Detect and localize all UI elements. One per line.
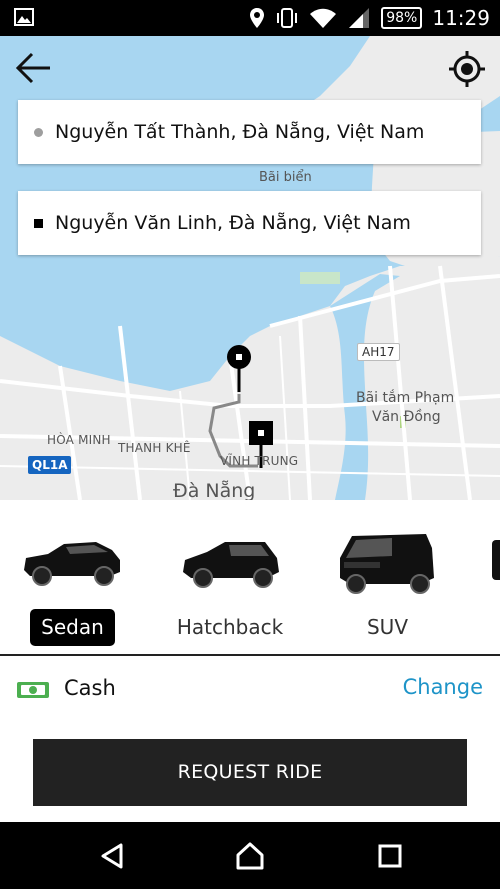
home-icon[interactable] xyxy=(235,841,265,871)
cash-icon xyxy=(17,682,49,698)
sedan-car-icon xyxy=(24,542,120,586)
payment-method-label: Cash xyxy=(64,676,116,700)
status-bar: 98% 11:29 xyxy=(0,0,500,36)
pickup-address-field[interactable]: Nguyễn Tất Thành, Đà Nẵng, Việt Nam xyxy=(18,100,481,164)
recents-icon[interactable] xyxy=(375,841,405,871)
system-nav-bar xyxy=(0,822,500,889)
map-label-thanh-khe: THANH KHÊ xyxy=(118,441,191,455)
wifi-icon xyxy=(310,8,337,28)
back-arrow-icon[interactable] xyxy=(14,50,54,86)
map-label-vinh-trung: VĨNH TRUNG xyxy=(220,454,299,468)
map-label-da-nang: Đà Nẵng xyxy=(173,480,256,500)
signal-icon xyxy=(349,8,370,28)
vehicle-option-hatchback[interactable]: Hatchback xyxy=(155,500,315,655)
image-icon xyxy=(14,8,34,26)
vehicle-label-hatchback: Hatchback xyxy=(176,615,284,639)
pickup-dot-icon xyxy=(34,128,43,137)
vehicle-label-sedan: Sedan xyxy=(30,609,115,646)
request-ride-button[interactable]: REQUEST RIDE xyxy=(33,739,467,806)
change-payment-link[interactable]: Change xyxy=(403,675,483,699)
clock: 11:29 xyxy=(432,6,490,30)
location-icon xyxy=(250,8,265,28)
map-label-ah17: AH17 xyxy=(357,343,400,361)
map-label-bai-tam-line1: Bãi tắm Phạm xyxy=(356,390,455,406)
map-label-bai-bien: Bãi biển xyxy=(259,170,312,185)
battery-icon: 98% xyxy=(381,7,423,29)
map-label-bai-tam-line2: Văn Đồng xyxy=(372,409,441,425)
vehicle-selector[interactable]: Sedan Hatchback SUV xyxy=(0,500,500,655)
vehicle-label-suv: SUV xyxy=(366,615,408,639)
suv-car-icon xyxy=(340,534,434,594)
destination-address-field[interactable]: Nguyễn Văn Linh, Đà Nẵng, Việt Nam xyxy=(18,191,481,255)
my-location-icon[interactable] xyxy=(448,50,486,88)
map-label-ql1a: QL1A xyxy=(28,456,72,474)
destination-square-icon xyxy=(34,219,43,228)
vehicle-option-suv[interactable]: SUV xyxy=(310,500,470,655)
payment-row[interactable]: Cash Change xyxy=(0,656,500,722)
battery-level: 98% xyxy=(386,10,418,26)
vehicle-option-next-partial[interactable] xyxy=(492,540,500,580)
map-label-hoa-minh: HÒA MINH xyxy=(47,433,111,447)
vibrate-icon xyxy=(277,8,298,28)
map-view[interactable]: Bãi biển AH17 Bãi tắm Phạm Văn Đồng HÒA … xyxy=(0,36,500,500)
back-triangle-icon[interactable] xyxy=(97,841,127,871)
vehicle-option-sedan[interactable]: Sedan xyxy=(0,500,160,655)
hatchback-car-icon xyxy=(183,542,279,588)
pickup-address-text: Nguyễn Tất Thành, Đà Nẵng, Việt Nam xyxy=(55,121,425,143)
destination-address-text: Nguyễn Văn Linh, Đà Nẵng, Việt Nam xyxy=(55,212,411,234)
pickup-pin xyxy=(227,345,251,392)
